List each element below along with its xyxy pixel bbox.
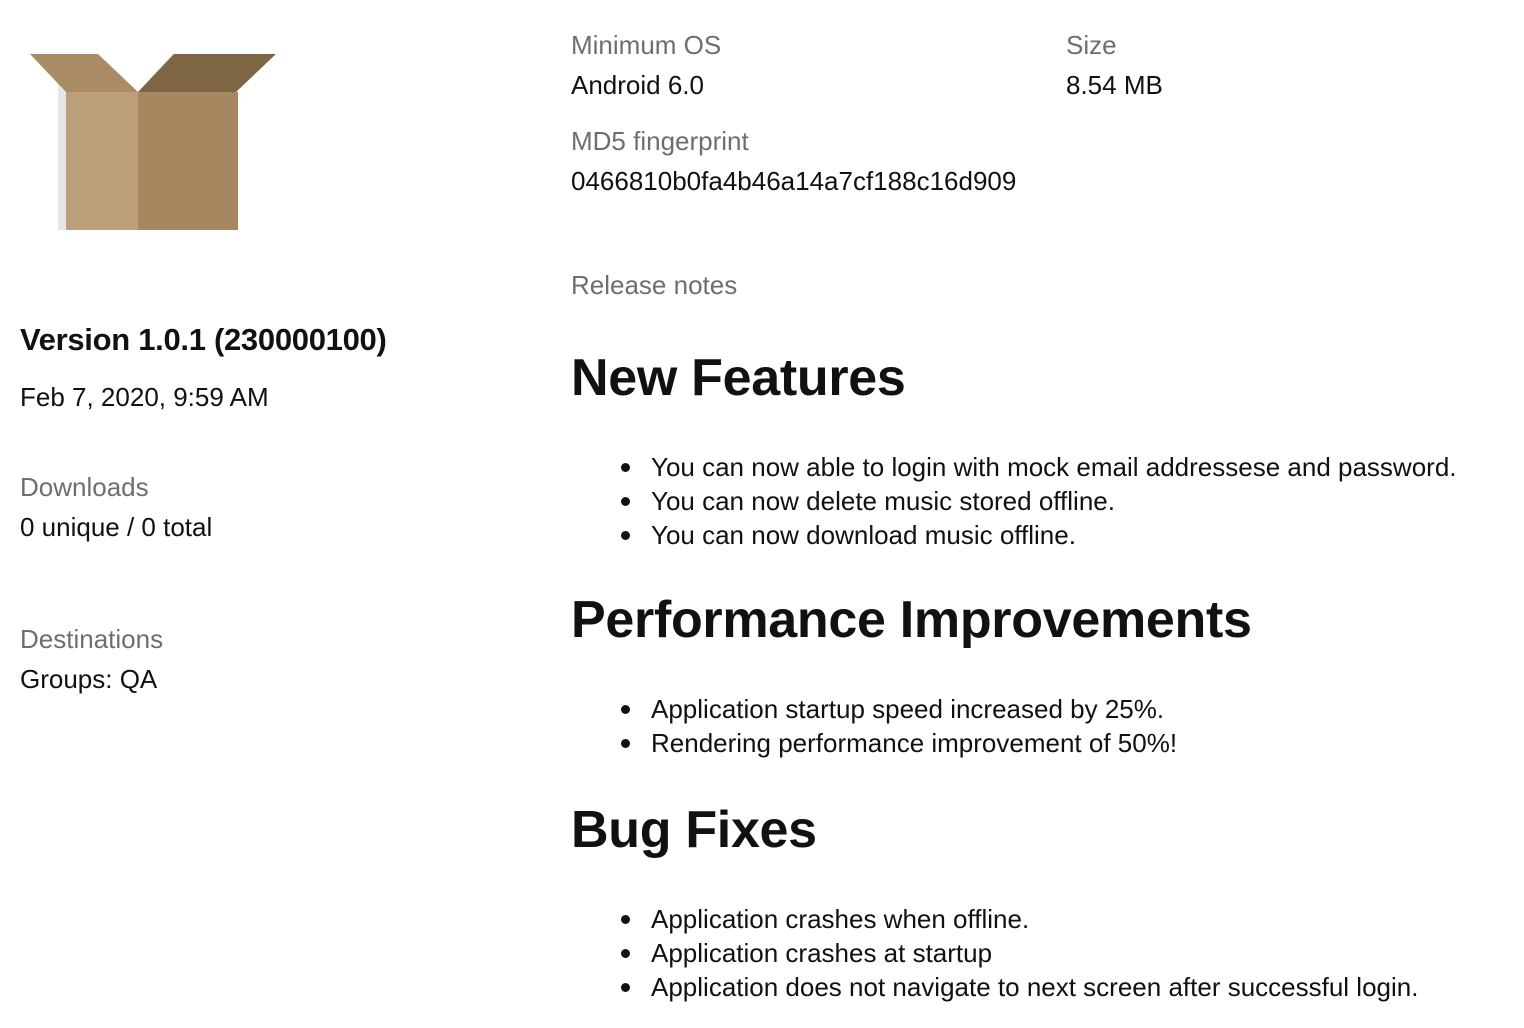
performance-improvements-list: Application startup speed increased by 2… xyxy=(571,692,1177,760)
size-label: Size xyxy=(1066,30,1117,60)
minimum-os-value: Android 6.0 xyxy=(571,70,704,100)
destinations-label: Destinations xyxy=(20,624,164,654)
release-notes-label: Release notes xyxy=(571,270,738,300)
package-box-icon xyxy=(30,54,276,230)
list-item: You can now download music offline. xyxy=(571,518,1457,552)
size-value: 8.54 MB xyxy=(1066,70,1163,100)
list-item: Application does not navigate to next sc… xyxy=(571,970,1418,1004)
downloads-value: 0 unique / 0 total xyxy=(20,512,213,542)
destinations-value: Groups: QA xyxy=(20,664,158,694)
list-item: You can now delete music stored offline. xyxy=(571,484,1457,518)
version-title: Version 1.0.1 (230000100) xyxy=(20,322,387,357)
downloads-label: Downloads xyxy=(20,472,149,502)
section-heading-bug-fixes: Bug Fixes xyxy=(571,801,817,859)
md5-value: 0466810b0fa4b46a14a7cf188c16d909 xyxy=(571,166,1017,196)
md5-label: MD5 fingerprint xyxy=(571,126,749,156)
list-item: Application crashes when offline. xyxy=(571,902,1418,936)
list-item: Application startup speed increased by 2… xyxy=(571,692,1177,726)
list-item: Application crashes at startup xyxy=(571,936,1418,970)
section-heading-new-features: New Features xyxy=(571,349,906,407)
list-item: You can now able to login with mock emai… xyxy=(571,450,1457,484)
new-features-list: You can now able to login with mock emai… xyxy=(571,450,1457,552)
list-item: Rendering performance improvement of 50%… xyxy=(571,726,1177,760)
bug-fixes-list: Application crashes when offline. Applic… xyxy=(571,902,1418,1004)
section-heading-performance-improvements: Performance Improvements xyxy=(571,591,1252,649)
release-date: Feb 7, 2020, 9:59 AM xyxy=(20,382,269,412)
minimum-os-label: Minimum OS xyxy=(571,30,722,60)
